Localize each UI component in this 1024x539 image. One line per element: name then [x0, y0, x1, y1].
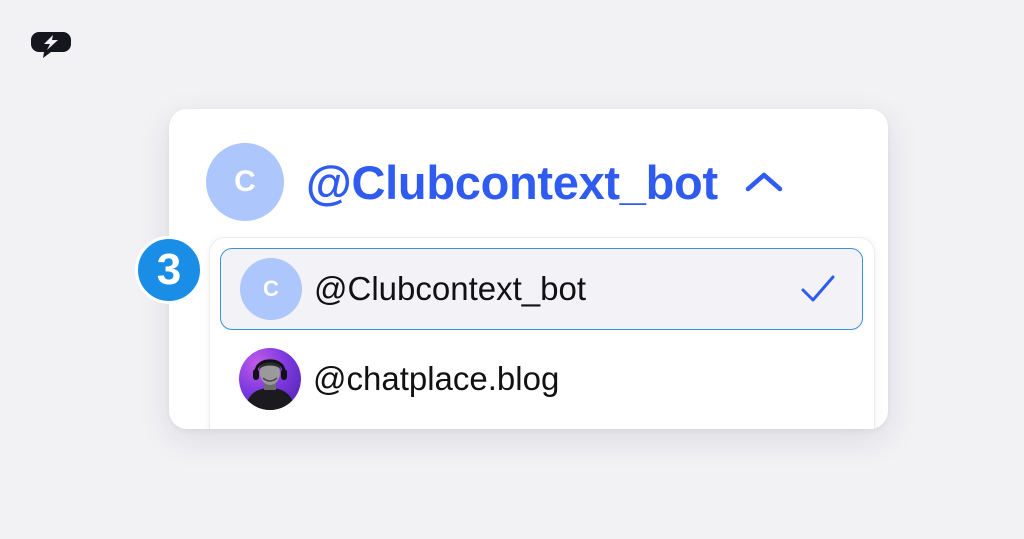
profile-photo-avatar [239, 348, 301, 410]
account-option-chatplace[interactable]: @chatplace.blog [220, 338, 863, 420]
account-option-clubcontext[interactable]: C @Clubcontext_bot [220, 248, 863, 330]
step-number-badge: 3 [135, 236, 203, 304]
app-logo-icon [31, 32, 71, 58]
checkmark-icon [801, 275, 835, 302]
account-option-label: @Clubcontext_bot [314, 270, 586, 307]
account-selector-trigger[interactable]: C @Clubcontext_bot [206, 143, 784, 221]
account-option-label: @chatplace.blog [313, 360, 560, 397]
account-selector-card: C @Clubcontext_bot C @Clubcontext_bot @c… [169, 109, 888, 429]
current-account-name: @Clubcontext_bot [306, 155, 718, 209]
account-avatar: C [206, 143, 284, 221]
account-dropdown-menu: C @Clubcontext_bot @chatplace.blog [209, 237, 875, 429]
chevron-up-icon[interactable] [744, 167, 784, 197]
account-avatar: C [240, 258, 302, 320]
